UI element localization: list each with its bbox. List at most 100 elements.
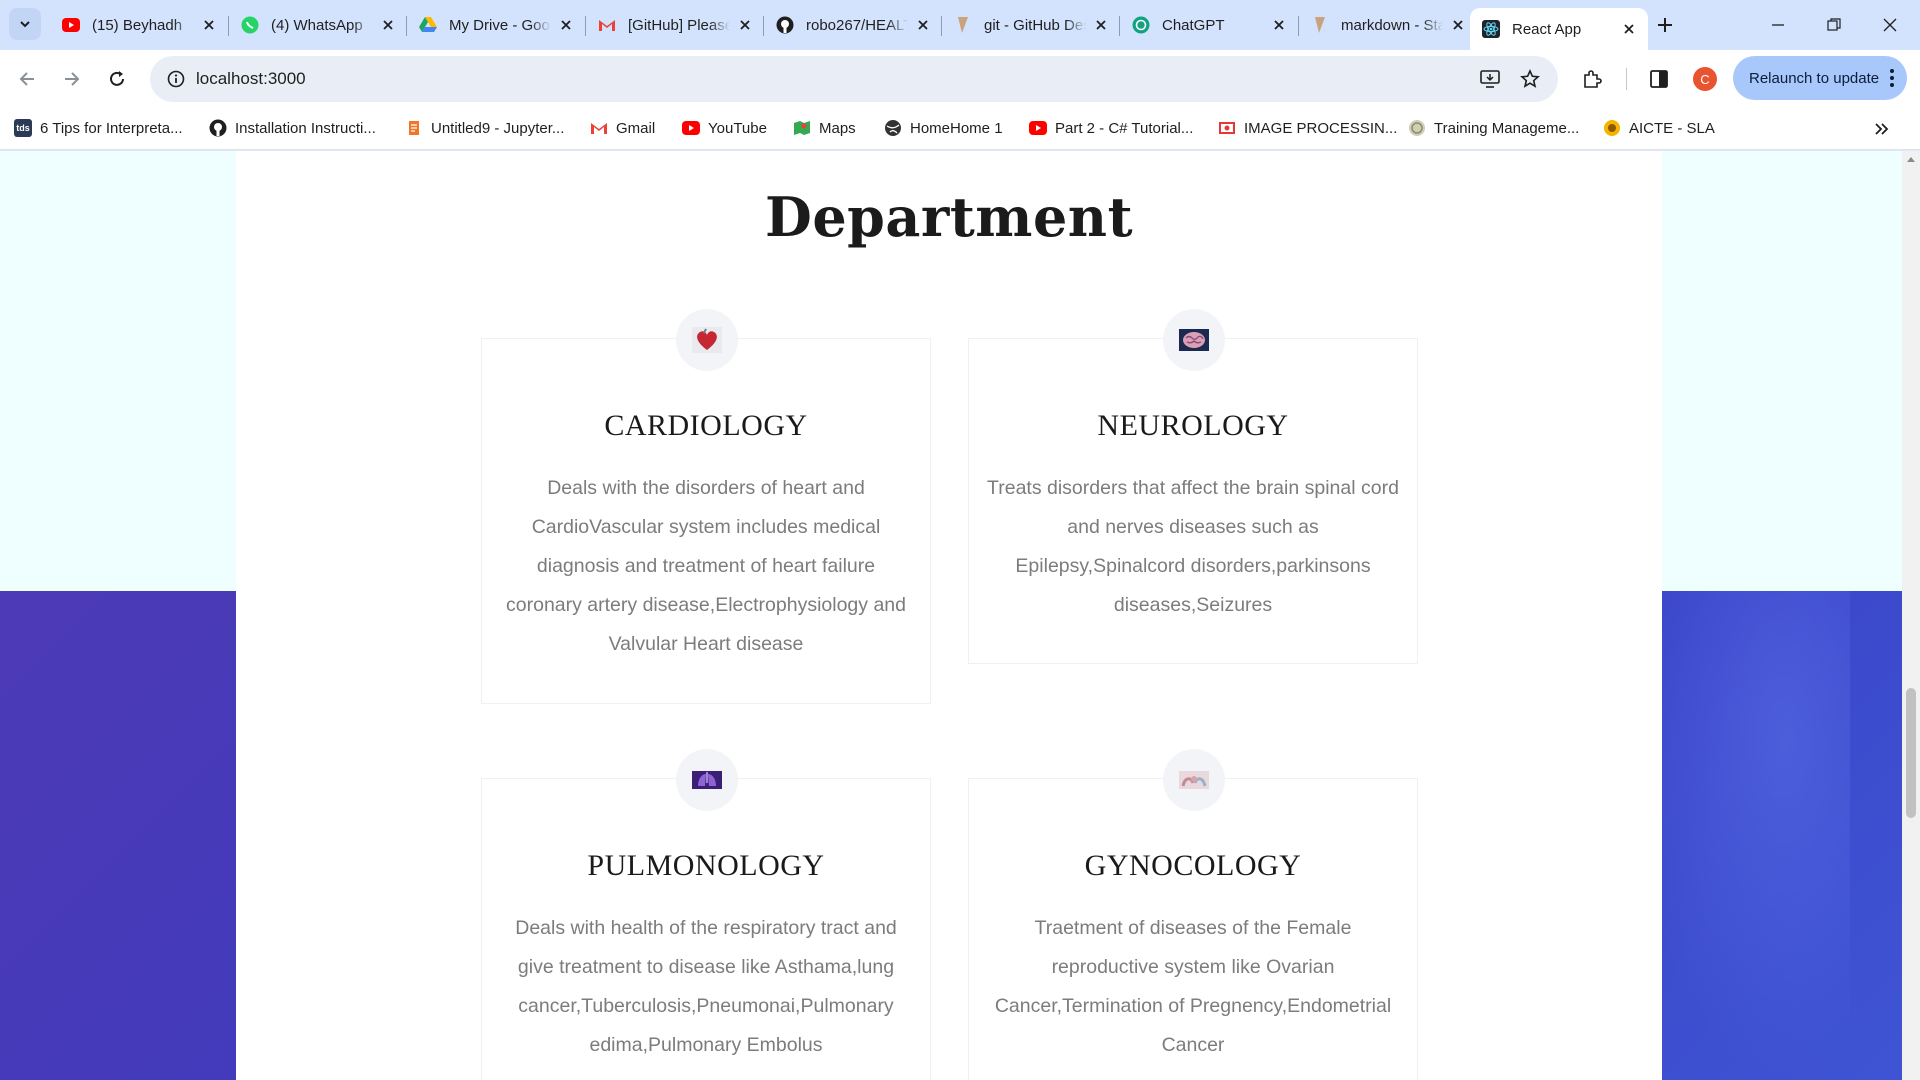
site-info-icon[interactable] [160,63,192,95]
tab-github[interactable]: robo267/HEALTH [764,8,942,42]
profile-avatar[interactable]: C [1693,67,1717,91]
close-icon[interactable] [200,16,218,34]
tab-whatsapp[interactable]: (4) WhatsApp [229,8,407,42]
youtube-icon [682,119,700,137]
close-icon[interactable] [1092,16,1110,34]
scroll-up-icon[interactable] [1907,157,1915,162]
browser-toolbar: localhost:3000 [0,50,1920,108]
maps-icon [793,119,811,137]
close-icon[interactable] [557,16,575,34]
tab-title: ChatGPT [1162,16,1225,34]
tab-title: git - GitHub Desktop [984,16,1086,34]
section-title: Department [764,185,1134,249]
department-card-cardiology: CARDIOLOGY Deals with the disorders of h… [481,309,931,704]
chevron-down-icon [20,21,30,28]
new-tab-button[interactable] [1651,11,1679,39]
reload-icon [110,71,124,86]
github-icon [209,119,227,137]
tab-gmail[interactable]: [GitHub] Please [586,8,764,42]
close-icon[interactable] [379,16,397,34]
tab-title: robo267/HEALTH [806,16,908,34]
bookmark-item[interactable]: Installation Instructi... [209,116,376,140]
bookmark-label: Installation Instructi... [235,119,376,137]
install-app-icon[interactable] [1475,64,1505,94]
more-bookmarks-button[interactable] [1867,114,1897,144]
bookmark-item[interactable]: Untitled9 - Jupyter... [405,116,564,140]
tab-google-drive[interactable]: My Drive - Google Drive [407,8,585,42]
department-description: Traetment of diseases of the Female repr… [994,917,1392,1056]
google-drive-icon [419,16,437,34]
close-icon[interactable] [914,16,932,34]
tab-markdown[interactable]: markdown - Stack [1299,8,1477,42]
minimize-button[interactable] [1750,0,1806,50]
youtube-icon [1029,119,1047,137]
whatsapp-icon [241,16,259,34]
page-scrollbar[interactable] [1902,151,1920,1080]
tab-title: My Drive - Google Drive [449,16,551,34]
bookmark-item[interactable]: AICTE - SLA [1603,116,1715,140]
tab-youtube[interactable]: (15) Beyhadh [50,8,228,42]
chatgpt-icon [1132,16,1150,34]
bookmark-star-icon[interactable] [1515,64,1545,94]
tab-title: (15) Beyhadh [92,16,183,34]
bookmark-item[interactable]: tds 6 Tips for Interpreta... [14,116,183,140]
tab-chatgpt[interactable]: ChatGPT [1120,8,1298,42]
bookmark-item[interactable]: YouTube [682,116,767,140]
side-panel-button[interactable] [1642,62,1676,96]
tab-react-app[interactable]: React App [1470,8,1648,50]
tab-git[interactable]: git - GitHub Desktop [942,8,1120,42]
gynecology-icon [1163,749,1225,811]
bookmark-item[interactable]: Gmail [590,116,655,140]
url-text[interactable]: localhost:3000 [196,69,306,89]
reload-button[interactable] [100,62,134,96]
tab-title: React App [1512,20,1582,38]
arrow-left-icon [19,72,34,86]
chevron-double-right-icon [1875,123,1889,135]
close-icon[interactable] [1449,16,1467,34]
bookmark-label: Maps [819,119,856,137]
react-icon [1482,20,1500,38]
close-icon[interactable] [1620,20,1638,38]
plus-icon [1658,18,1672,32]
department-description: Deals with health of the respiratory tra… [515,917,897,1056]
tab-search-button[interactable] [9,8,41,40]
tab-strip: (15) Beyhadh (4) WhatsApp My Drive - Goo… [0,0,1920,50]
department-card-gynocology: GYNOCOLOGY Traetment of diseases of the … [968,749,1418,1080]
close-icon [1883,18,1897,32]
scrollbar-thumb[interactable] [1906,688,1916,818]
jupyter-icon [405,119,423,137]
bookmark-label: Part 2 - C# Tutorial... [1055,119,1194,137]
bookmark-item[interactable]: HomeHome 1 [884,116,1003,140]
close-icon[interactable] [736,16,754,34]
back-button[interactable] [10,62,44,96]
toolbar-divider [1626,68,1627,90]
puzzle-icon [1584,70,1602,88]
image-processing-icon [1218,119,1236,137]
minimize-icon [1772,24,1784,26]
bookmark-label: YouTube [708,119,767,137]
close-window-button[interactable] [1862,0,1918,50]
department-description: Deals with the disorders of heart and Ca… [506,477,906,655]
close-icon[interactable] [1270,16,1288,34]
gmail-icon [590,119,608,137]
restore-button[interactable] [1806,0,1862,50]
bookmark-item[interactable]: Training Manageme... [1408,116,1579,140]
department-section: Department CARDIOLOGY Deals with the dis… [236,151,1662,1080]
aicte-icon [1603,119,1621,137]
address-bar[interactable]: localhost:3000 [150,56,1558,102]
department-name: NEUROLOGY [1097,409,1289,442]
extensions-button[interactable] [1575,62,1609,96]
generic-page-icon [954,16,972,34]
page-viewport: Department CARDIOLOGY Deals with the dis… [0,151,1920,1080]
restore-icon [1827,18,1841,31]
bookmark-item[interactable]: Maps [793,116,856,140]
relaunch-button[interactable]: Relaunch to update [1733,56,1907,100]
bookmark-item[interactable]: Part 2 - C# Tutorial... [1029,116,1193,140]
forward-button[interactable] [55,62,89,96]
generic-page-icon [1311,16,1329,34]
training-icon [1408,119,1426,137]
bookmark-label: 6 Tips for Interpreta... [40,119,183,137]
arrow-right-icon [65,72,80,86]
youtube-icon [62,16,80,34]
bookmark-item[interactable]: IMAGE PROCESSIN... [1218,116,1397,140]
